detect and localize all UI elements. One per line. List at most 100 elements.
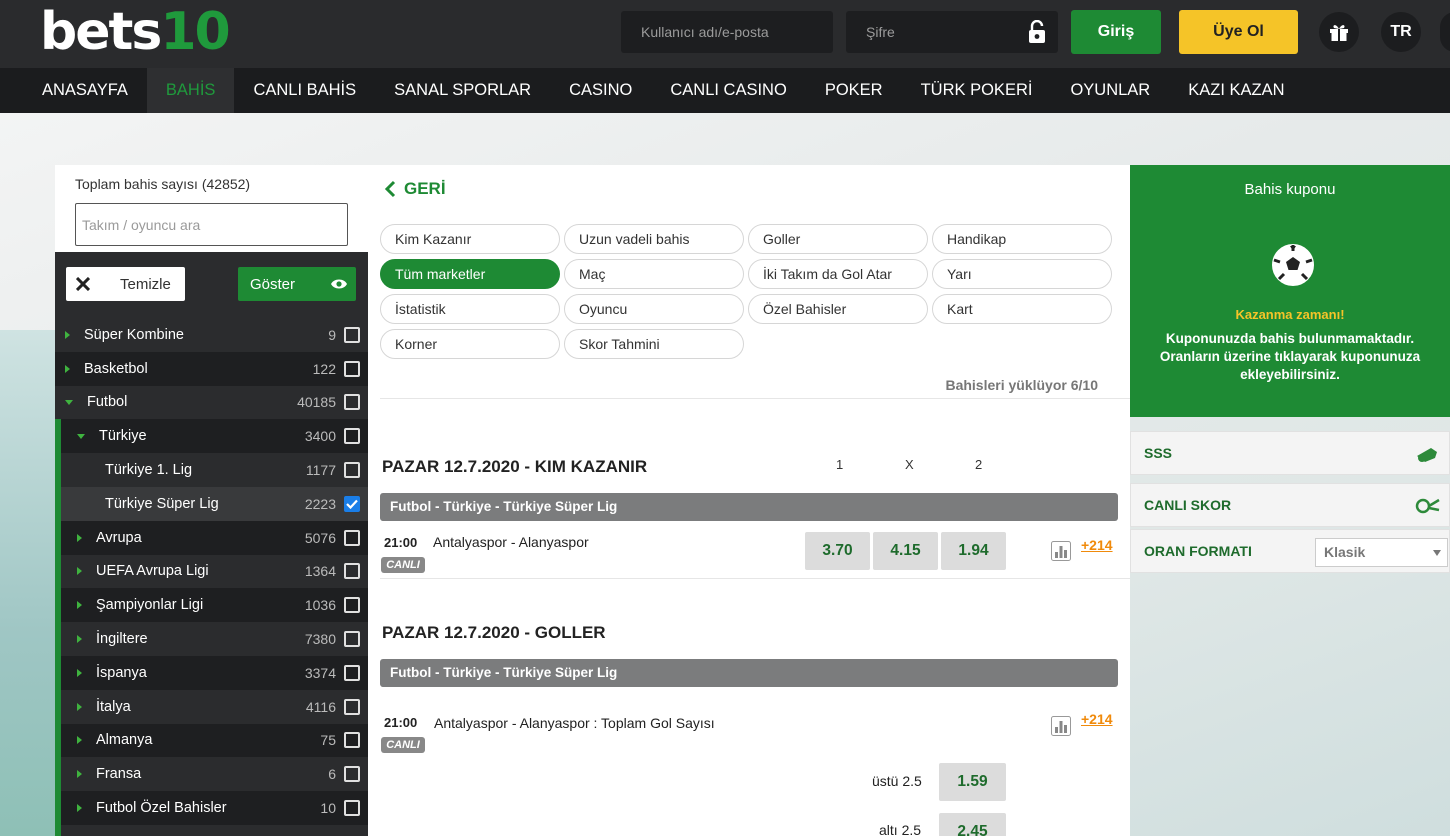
sidebar-item-turkey-super-lig[interactable]: Türkiye Süper Lig 2223: [55, 486, 368, 521]
chip-handicap[interactable]: Handikap: [932, 224, 1112, 254]
nav-item-turkish-poker[interactable]: TÜRK POKERİ: [902, 68, 1052, 113]
chip-all-markets[interactable]: Tüm marketler: [380, 259, 560, 289]
nav-item-games[interactable]: OYUNLAR: [1051, 68, 1169, 113]
chip-who-wins[interactable]: Kim Kazanır: [380, 224, 560, 254]
chip-statistics[interactable]: İstatistik: [380, 294, 560, 324]
nav-item-poker[interactable]: POKER: [806, 68, 902, 113]
chip-corner[interactable]: Korner: [380, 329, 560, 359]
login-button[interactable]: Giriş: [1071, 10, 1161, 54]
menu-button[interactable]: [1440, 12, 1450, 52]
sidebar-item-label: Süper Kombine: [84, 326, 184, 343]
checkbox[interactable]: [344, 394, 360, 411]
live-score-label: CANLI SKOR: [1144, 497, 1232, 513]
nav-item-betting[interactable]: BAHİS: [146, 68, 235, 113]
sidebar-item-turkey[interactable]: Türkiye 3400: [55, 419, 368, 454]
chevron-right-icon: [77, 567, 82, 576]
chip-match[interactable]: Maç: [564, 259, 744, 289]
nav-item-casino[interactable]: CASINO: [550, 68, 651, 113]
sidebar-item-spain[interactable]: İspanya 3374: [55, 655, 368, 690]
checkbox[interactable]: [344, 563, 360, 580]
checkbox[interactable]: [344, 698, 360, 715]
nav-item-virtual-sports[interactable]: SANAL SPORLAR: [375, 68, 550, 113]
chip-player[interactable]: Oyuncu: [564, 294, 744, 324]
sidebar-item-label: Şampiyonlar Ligi: [96, 597, 204, 614]
league-bar[interactable]: Futbol - Türkiye - Türkiye Süper Lig: [380, 659, 1118, 687]
lock-icon[interactable]: [1027, 20, 1047, 44]
odd-button-away[interactable]: 1.94: [941, 532, 1006, 570]
checkbox[interactable]: [344, 326, 360, 343]
checkbox[interactable]: [344, 766, 360, 783]
checkbox[interactable]: [344, 800, 360, 817]
show-button[interactable]: Göster: [238, 267, 356, 301]
odds-format-value: Klasik: [1324, 544, 1366, 560]
nav-item-live-betting[interactable]: CANLI BAHİS: [234, 68, 375, 113]
chip-both-score[interactable]: İki Takım da Gol Atar: [748, 259, 928, 289]
chip-score-prediction[interactable]: Skor Tahmini: [564, 329, 744, 359]
match-name[interactable]: Antalyaspor - Alanyaspor: [433, 534, 589, 550]
stats-icon[interactable]: [1051, 716, 1071, 736]
sidebar-item-label: Fransa: [96, 766, 142, 783]
sidebar-item-italy[interactable]: İtalya 4116: [55, 689, 368, 724]
more-markets-link[interactable]: +214: [1081, 537, 1113, 553]
chip-long-term[interactable]: Uzun vadeli bahis: [564, 224, 744, 254]
sidebar-item-turkey-1-lig[interactable]: Türkiye 1. Lig 1177: [55, 453, 368, 487]
checkbox[interactable]: [344, 631, 360, 648]
sidebar-item-germany[interactable]: Almanya 75: [55, 723, 368, 758]
chip-goals[interactable]: Goller: [748, 224, 928, 254]
divider: [380, 578, 1130, 579]
live-score-row[interactable]: CANLI SKOR: [1130, 483, 1450, 527]
odd-button-over[interactable]: 1.59: [939, 763, 1006, 801]
faq-row[interactable]: SSS: [1130, 431, 1450, 475]
sidebar-item-uefa-europa[interactable]: UEFA Avrupa Ligi 1364: [55, 554, 368, 589]
odd-button-home[interactable]: 3.70: [805, 532, 870, 570]
chip-card[interactable]: Kart: [932, 294, 1112, 324]
sidebar-item-champions-league[interactable]: Şampiyonlar Ligi 1036: [55, 588, 368, 623]
nav-item-scratch[interactable]: KAZI KAZAN: [1169, 68, 1303, 113]
more-markets-link[interactable]: +214: [1081, 711, 1113, 727]
chip-half[interactable]: Yarı: [932, 259, 1112, 289]
checkbox[interactable]: [344, 597, 360, 614]
checkbox[interactable]: [344, 360, 360, 377]
bet-slip-title: Bahis kuponu: [1244, 181, 1336, 198]
sport-list: Süper Kombine 9 Basketbol 122 Futbol 401…: [55, 318, 368, 836]
sidebar-item-count: 1036: [304, 597, 336, 614]
chevron-right-icon: [77, 601, 82, 610]
sidebar-item-super-combine[interactable]: Süper Kombine 9: [55, 318, 368, 352]
sidebar-item-football-specials[interactable]: Futbol Özel Bahisler 10: [55, 791, 368, 825]
nav-item-home[interactable]: ANASAYFA: [23, 68, 147, 113]
match-name[interactable]: Antalyaspor - Alanyaspor : Toplam Gol Sa…: [434, 715, 715, 731]
column-header-1: 1: [836, 457, 844, 472]
checkbox[interactable]: [344, 428, 360, 445]
background-decoration: [0, 330, 60, 836]
nav-item-live-casino[interactable]: CANLI CASINO: [651, 68, 805, 113]
sidebar-item-label: Basketbol: [84, 360, 148, 377]
chevron-left-icon: [384, 180, 396, 198]
odd-button-under[interactable]: 2.45: [939, 813, 1006, 836]
sidebar-item-partial[interactable]: [55, 824, 368, 836]
odd-button-draw[interactable]: 4.15: [873, 532, 938, 570]
chevron-down-icon: [77, 433, 85, 439]
clear-button[interactable]: Temizle: [66, 267, 185, 301]
odds-format-select[interactable]: Klasik: [1315, 538, 1448, 567]
checkbox[interactable]: [344, 462, 360, 479]
language-button[interactable]: TR: [1381, 12, 1421, 52]
back-button[interactable]: GERİ: [384, 179, 446, 199]
username-input[interactable]: [621, 11, 833, 53]
logo[interactable]: bets10: [40, 2, 231, 62]
sidebar-item-football[interactable]: Futbol 40185: [55, 386, 368, 420]
sidebar-item-europe[interactable]: Avrupa 5076: [55, 520, 368, 555]
chip-special-bets[interactable]: Özel Bahisler: [748, 294, 928, 324]
league-bar[interactable]: Futbol - Türkiye - Türkiye Süper Lig: [380, 493, 1118, 521]
gift-button[interactable]: [1319, 12, 1359, 52]
checkbox[interactable]: [344, 732, 360, 749]
sidebar-item-basketball[interactable]: Basketbol 122: [55, 351, 368, 386]
whistle-icon: [1417, 448, 1437, 462]
sidebar-item-england[interactable]: İngiltere 7380: [55, 622, 368, 656]
checkbox[interactable]: [344, 664, 360, 681]
checkbox-checked[interactable]: [344, 495, 360, 512]
stats-icon[interactable]: [1051, 541, 1071, 561]
search-input[interactable]: [75, 203, 348, 246]
sidebar-item-france[interactable]: Fransa 6: [55, 757, 368, 792]
checkbox[interactable]: [344, 529, 360, 546]
register-button[interactable]: Üye Ol: [1179, 10, 1298, 54]
